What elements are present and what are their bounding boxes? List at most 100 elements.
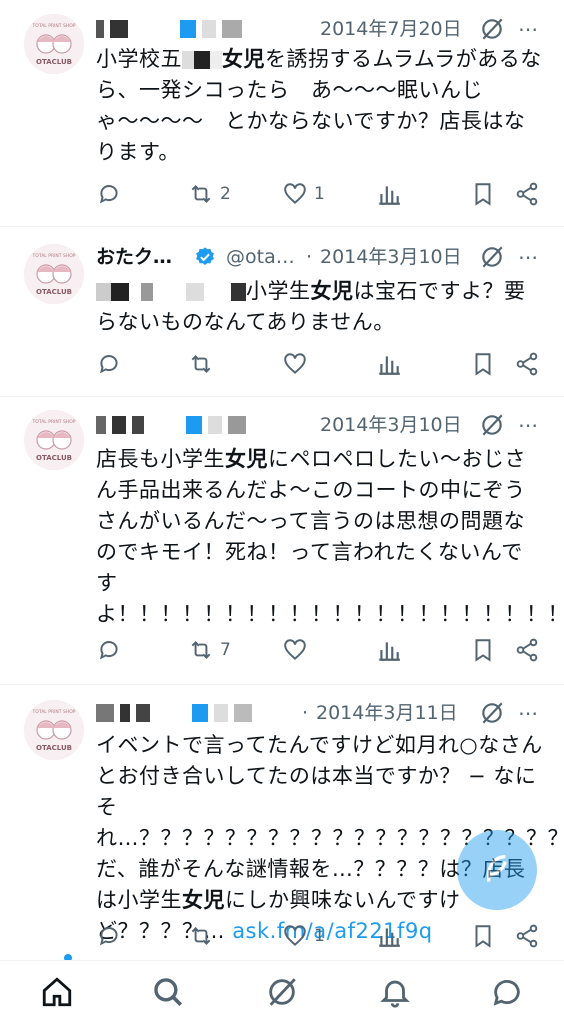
bookmark-icon <box>475 925 491 948</box>
grok-icon[interactable] <box>479 244 505 270</box>
tweet-header: 2014年3月10日 ⋯ <box>96 410 546 440</box>
tweet-header: 2014年7月20日 ⋯ <box>96 14 546 44</box>
tweet-actions: 1 <box>96 922 546 950</box>
bookmark-button[interactable] <box>470 636 496 664</box>
bell-icon <box>380 980 410 1008</box>
reply-button[interactable] <box>96 636 128 664</box>
retweet-icon <box>191 927 211 945</box>
share-button[interactable] <box>514 636 540 664</box>
separator-dot: · <box>302 702 309 724</box>
like-button[interactable] <box>282 350 314 378</box>
redacted-name <box>96 416 252 434</box>
bookmark-button[interactable] <box>470 180 496 208</box>
tweet-date[interactable]: 2014年3月10日 <box>320 242 462 272</box>
more-dots-icon[interactable]: ⋯ <box>518 410 539 440</box>
speech-bubble-icon <box>99 355 118 374</box>
reply-button[interactable] <box>96 922 128 950</box>
tweet[interactable]: TOTAL PRINT SHOP OTACLUB 2014年3月10日 ⋯ 店長… <box>0 396 564 685</box>
heart-icon <box>284 353 306 374</box>
avatar[interactable]: TOTAL PRINT SHOP OTACLUB <box>24 700 84 760</box>
bottom-tab-bar <box>0 960 564 1025</box>
views-button[interactable] <box>376 922 402 950</box>
tab-messages[interactable] <box>490 975 526 1011</box>
like-button[interactable]: 1 <box>282 180 325 208</box>
bar-chart-icon <box>379 186 400 205</box>
tweet-date[interactable]: 2014年7月20日 <box>320 14 462 44</box>
svg-text:TOTAL PRINT SHOP: TOTAL PRINT SHOP <box>32 23 76 29</box>
more-dots-icon[interactable]: ⋯ <box>518 242 539 272</box>
bookmark-button[interactable] <box>470 350 496 378</box>
reply-button[interactable] <box>96 180 128 208</box>
bookmark-button[interactable] <box>470 922 496 950</box>
views-button[interactable] <box>376 350 402 378</box>
share-button[interactable] <box>514 180 540 208</box>
bar-chart-icon <box>379 356 400 375</box>
retweet-button[interactable] <box>188 350 220 378</box>
verified-badge-icon <box>196 247 214 265</box>
tab-notifications[interactable] <box>378 975 414 1011</box>
redacted-text <box>96 283 246 301</box>
speech-bubble-icon <box>99 641 118 660</box>
timeline: TOTAL PRINT SHOP OTACLUB 2014年7月20日 ⋯ 小学… <box>0 0 564 960</box>
tweet-text: 小学生女児は宝石ですよ？要らないものなんてありません。 <box>96 279 526 334</box>
handle[interactable]: @ota… <box>226 242 295 272</box>
tweet-actions: 7 <box>96 636 546 664</box>
like-button[interactable]: 1 <box>282 922 325 950</box>
tweet-header: · 2014年3月11日 ⋯ <box>96 698 546 728</box>
svg-text:OTACLUB: OTACLUB <box>36 744 72 752</box>
tab-grok[interactable] <box>265 975 301 1011</box>
tweet-header: おたク… @ota… · 2014年3月10日 ⋯ <box>96 242 546 272</box>
compose-button[interactable] <box>457 830 537 910</box>
share-button[interactable] <box>514 922 540 950</box>
tweet-date[interactable]: 2014年3月11日 <box>316 698 458 728</box>
like-button[interactable] <box>282 636 314 664</box>
grok-icon[interactable] <box>479 16 505 42</box>
tweet[interactable]: TOTAL PRINT SHOP OTACLUB · 2014年3月11日 ⋯ … <box>0 684 564 960</box>
avatar-logo: TOTAL PRINT SHOP OTACLUB <box>24 410 84 470</box>
tweet[interactable]: TOTAL PRINT SHOP OTACLUB おたク… @ota… · 20… <box>0 226 564 397</box>
more-dots-icon[interactable]: ⋯ <box>518 698 539 728</box>
avatar[interactable]: TOTAL PRINT SHOP OTACLUB <box>24 14 84 74</box>
tweet-date[interactable]: 2014年3月10日 <box>320 410 462 440</box>
tab-home[interactable] <box>40 975 76 1011</box>
retweet-icon <box>191 355 211 373</box>
svg-text:TOTAL PRINT SHOP: TOTAL PRINT SHOP <box>32 253 76 259</box>
retweet-icon <box>191 185 211 203</box>
separator-dot: · <box>306 246 313 268</box>
heart-icon <box>284 183 306 204</box>
bookmark-icon <box>475 353 491 376</box>
svg-text:OTACLUB: OTACLUB <box>36 288 72 296</box>
views-button[interactable] <box>376 180 402 208</box>
tweet[interactable]: TOTAL PRINT SHOP OTACLUB 2014年7月20日 ⋯ 小学… <box>0 0 564 227</box>
bookmark-icon <box>475 639 491 662</box>
search-icon <box>154 978 183 1007</box>
svg-text:OTACLUB: OTACLUB <box>36 58 72 66</box>
retweet-button[interactable]: 7 <box>188 636 231 664</box>
display-name[interactable]: おたク… <box>96 242 172 272</box>
heart-icon <box>284 925 306 946</box>
share-button[interactable] <box>514 350 540 378</box>
bookmark-icon <box>475 183 491 206</box>
grok-icon[interactable] <box>479 412 505 438</box>
tweet-text: 小学校五 女児を誘拐するムラムラがあるなら、一発シコったら あ〜〜〜眠いんじゃ〜〜… <box>96 47 542 164</box>
retweet-button[interactable]: 2 <box>188 180 231 208</box>
tab-search[interactable] <box>151 975 187 1011</box>
share-icon <box>516 182 538 206</box>
avatar[interactable]: TOTAL PRINT SHOP OTACLUB <box>24 244 84 304</box>
redacted-name <box>96 704 258 722</box>
messages-icon <box>493 980 520 1006</box>
grok-icon[interactable] <box>479 700 505 726</box>
avatar[interactable]: TOTAL PRINT SHOP OTACLUB <box>24 410 84 470</box>
tweet-actions: 2 1 <box>96 180 546 208</box>
views-button[interactable] <box>376 636 402 664</box>
more-dots-icon[interactable]: ⋯ <box>518 14 539 44</box>
avatar-logo: TOTAL PRINT SHOP OTACLUB <box>24 700 84 760</box>
speech-bubble-icon <box>99 185 118 204</box>
retweet-button[interactable] <box>188 922 220 950</box>
svg-text:TOTAL PRINT SHOP: TOTAL PRINT SHOP <box>32 419 76 425</box>
reply-button[interactable] <box>96 350 128 378</box>
grok-icon <box>269 978 296 1006</box>
svg-text:TOTAL PRINT SHOP: TOTAL PRINT SHOP <box>32 709 76 715</box>
heart-icon <box>284 639 306 660</box>
home-icon <box>42 977 72 1007</box>
